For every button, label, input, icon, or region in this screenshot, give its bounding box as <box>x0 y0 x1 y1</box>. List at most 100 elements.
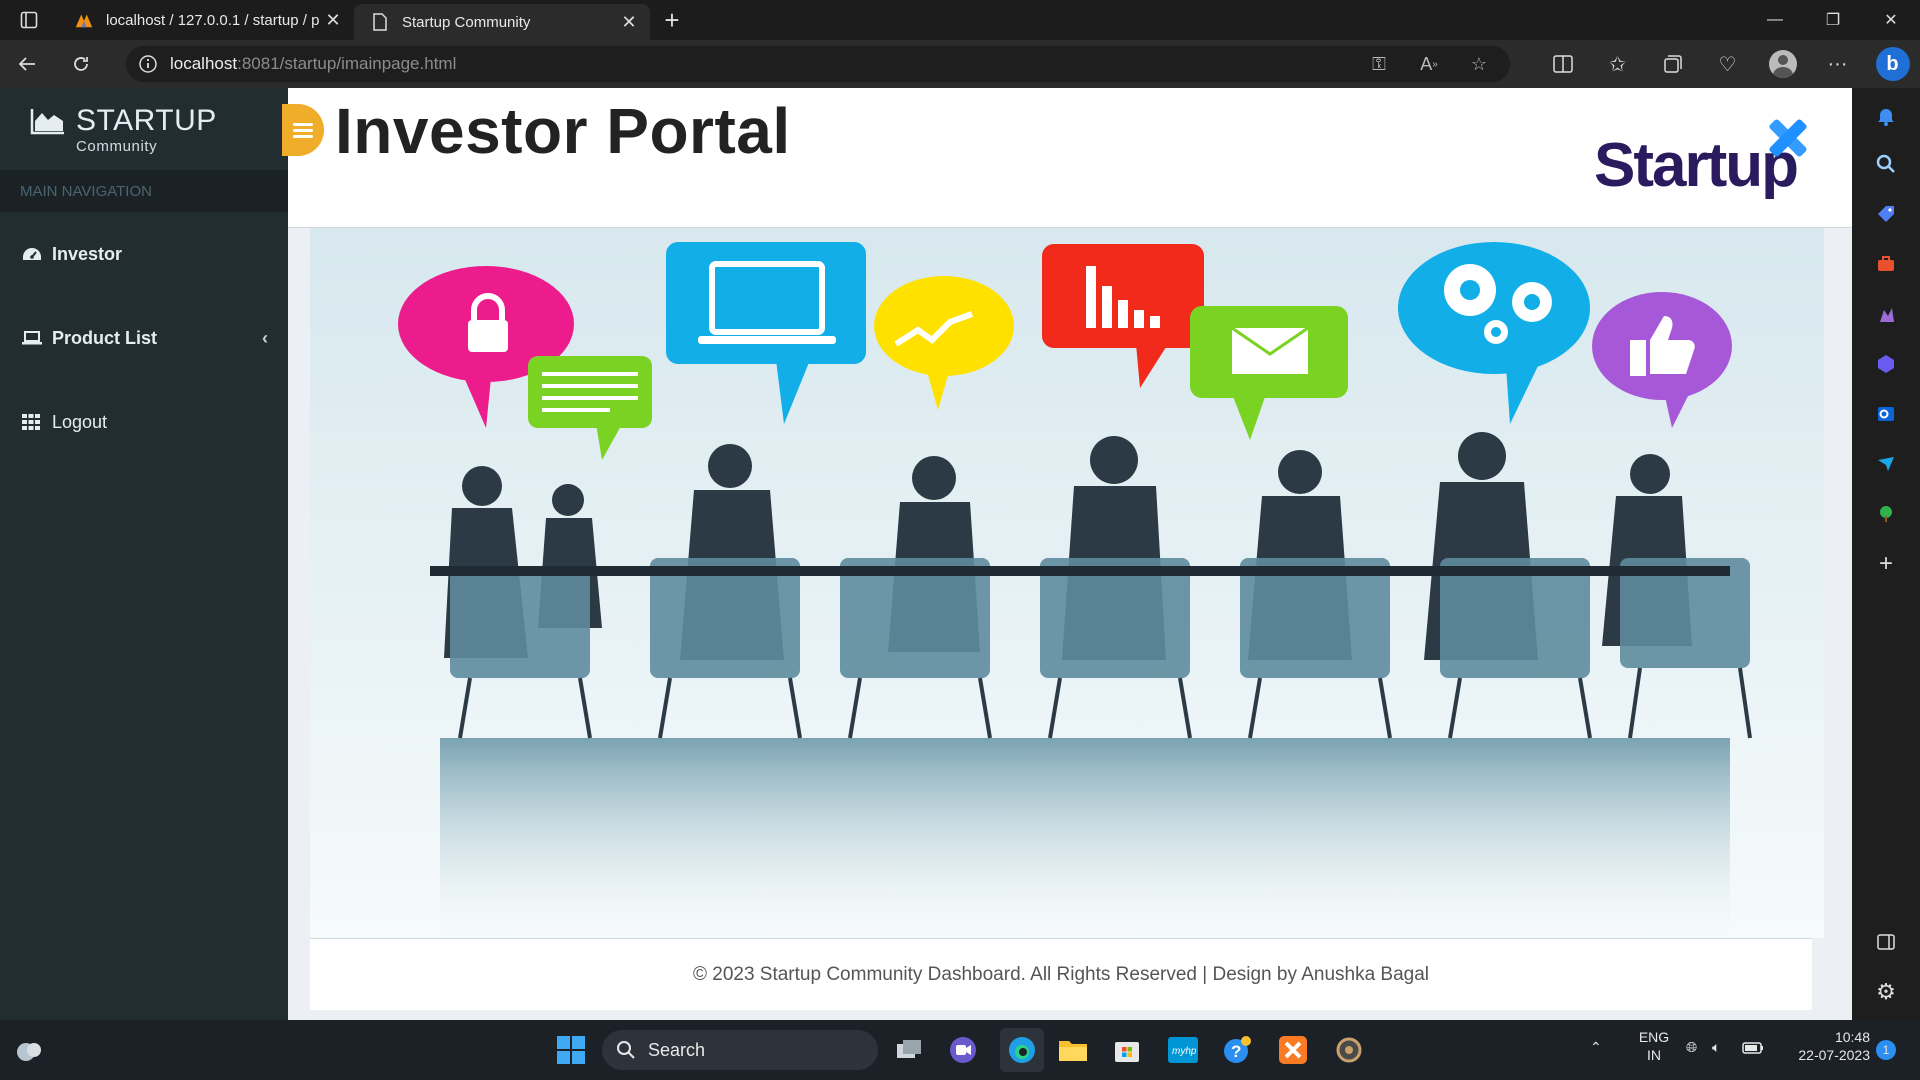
sidebar-item-investor[interactable]: Investor <box>0 212 288 296</box>
page-title: Investor Portal <box>335 95 791 167</box>
xampp-icon[interactable] <box>1276 1033 1310 1067</box>
clock[interactable]: 10:48 22-07-2023 <box>1784 1028 1870 1064</box>
more-menu-icon[interactable]: ··· <box>1810 40 1865 88</box>
thumbs-up-bubble <box>1592 292 1732 428</box>
network-icon[interactable]: 🌐︎ <box>1686 1038 1697 1056</box>
language-code: ENG <box>1638 1029 1670 1045</box>
brand-subtitle: Community <box>76 138 158 155</box>
web-page: STARTUP Community MAIN NAVIGATION Invest… <box>0 88 1852 1020</box>
region-code: IN <box>1647 1047 1661 1063</box>
page-icon <box>370 12 390 32</box>
laptop-icon <box>22 330 52 346</box>
browser-essentials-icon[interactable]: ♡ <box>1700 40 1755 88</box>
favorite-star-icon[interactable]: ☆ <box>1454 54 1504 75</box>
refresh-button[interactable] <box>54 40 108 88</box>
add-icon[interactable]: + <box>1874 550 1898 577</box>
bing-icon: b <box>1875 47 1910 81</box>
sidebar-item-label: Logout <box>52 411 108 432</box>
send-icon[interactable] <box>1874 452 1898 476</box>
tab-actions-button[interactable] <box>0 0 58 40</box>
footer-text: © 2023 Startup Community Dashboard. All … <box>692 963 1430 985</box>
read-aloud-icon[interactable]: A» <box>1404 54 1454 75</box>
file-explorer-icon[interactable] <box>1056 1033 1090 1067</box>
search-icon <box>617 1041 635 1059</box>
weather-icon[interactable] <box>12 1033 46 1067</box>
bar-chart-bubble <box>1042 244 1204 388</box>
url-text: localhost:8081/startup/imainpage.html <box>170 54 1354 74</box>
teams-chat-icon[interactable] <box>946 1033 980 1067</box>
back-button[interactable] <box>0 40 54 88</box>
chevron-left-icon[interactable]: ‹ <box>262 328 268 349</box>
edge-browser-icon[interactable] <box>1000 1028 1044 1072</box>
search-placeholder: Search <box>648 1039 706 1060</box>
volume-icon[interactable]: 🔈︎ <box>1712 1038 1720 1056</box>
tab-startup-community[interactable]: Startup Community ✕ <box>354 4 650 40</box>
battery-icon[interactable] <box>1742 1040 1764 1058</box>
help-icon[interactable]: ? <box>1220 1033 1254 1067</box>
browser-tab-bar: localhost / 127.0.0.1 / startup / p ✕ St… <box>0 0 1920 40</box>
language-indicator[interactable]: ENG IN <box>1634 1028 1674 1064</box>
brand-title: STARTUP <box>76 104 217 137</box>
close-tab-icon[interactable]: ✕ <box>618 12 640 33</box>
clock-time: 10:48 <box>1834 1029 1870 1045</box>
settings-gear-icon[interactable]: ⚙ <box>1874 979 1898 1004</box>
tab-title: localhost / 127.0.0.1 / startup / p <box>106 11 320 29</box>
windows-taskbar: Search myhp ? ⌃ ENG IN 🌐︎ 🔈︎ 10:48 22-07… <box>0 1020 1920 1080</box>
sidebar-panel-icon[interactable] <box>1874 930 1898 954</box>
hamburger-icon <box>293 120 313 141</box>
site-info-icon[interactable] <box>126 54 170 74</box>
tree-icon[interactable] <box>1874 502 1898 526</box>
profile-button[interactable] <box>1755 40 1810 88</box>
collections-icon[interactable] <box>1645 40 1700 88</box>
microsoft-store-icon[interactable] <box>1110 1033 1144 1067</box>
settings-app-icon[interactable] <box>1332 1033 1366 1067</box>
sidebar-item-logout[interactable]: Logout <box>0 380 288 464</box>
sidebar-item-label: Investor <box>52 243 123 264</box>
myhp-icon[interactable]: myhp <box>1166 1033 1200 1067</box>
brand[interactable]: STARTUP Community <box>0 88 288 170</box>
close-tab-icon[interactable]: ✕ <box>322 10 344 31</box>
url-path: :8081/startup/imainpage.html <box>237 54 457 73</box>
page-footer: © 2023 Startup Community Dashboard. All … <box>310 938 1812 1010</box>
sidebar-item-label: Product List <box>52 327 158 348</box>
taskbar-search[interactable]: Search <box>602 1030 878 1070</box>
split-screen-icon[interactable] <box>1535 40 1590 88</box>
show-hidden-icons[interactable]: ⌃ <box>1590 1038 1602 1056</box>
shopping-tag-icon[interactable] <box>1874 202 1898 226</box>
copilot-button[interactable]: b <box>1865 40 1920 88</box>
svg-text:?: ? <box>1231 1042 1241 1061</box>
area-chart-icon <box>30 109 64 135</box>
avatar <box>1768 50 1797 78</box>
notification-badge[interactable]: 1 <box>1876 1040 1896 1060</box>
tab-actions-icon <box>20 11 38 29</box>
search-icon[interactable] <box>1874 152 1898 176</box>
svg-text:Startup: Startup <box>1594 131 1797 200</box>
copilot-icon[interactable] <box>1874 352 1898 376</box>
tools-icon[interactable] <box>1874 252 1898 276</box>
sidebar-toggle-button[interactable] <box>282 104 324 156</box>
clock-date: 22-07-2023 <box>1798 1047 1870 1063</box>
tab-phpmyadmin[interactable]: localhost / 127.0.0.1 / startup / p ✕ <box>58 0 354 40</box>
sidebar-item-product-list[interactable]: Product List ‹ <box>0 296 288 380</box>
edge-sidebar: + ⚙ <box>1852 88 1920 1020</box>
games-icon[interactable] <box>1874 302 1898 326</box>
favorites-icon[interactable]: ✩ <box>1590 40 1645 88</box>
windows-start-icon[interactable] <box>554 1033 588 1067</box>
tab-title: Startup Community <box>402 13 531 31</box>
password-key-icon[interactable]: ⚿ <box>1354 54 1404 75</box>
nav-header: MAIN NAVIGATION <box>0 170 288 212</box>
restore-icon[interactable]: ❐ <box>1804 0 1862 40</box>
close-window-icon[interactable]: ✕ <box>1862 0 1920 40</box>
minimize-icon[interactable]: — <box>1746 0 1804 40</box>
notification-bell-icon[interactable] <box>1874 104 1898 128</box>
back-arrow-icon <box>18 57 35 71</box>
new-tab-button[interactable]: + <box>650 5 694 36</box>
svg-text:myhp: myhp <box>1172 1046 1197 1057</box>
dashboard-icon <box>22 246 52 262</box>
business-meeting-illustration <box>398 242 1752 938</box>
outlook-icon[interactable] <box>1874 402 1898 426</box>
task-view-icon[interactable] <box>892 1033 926 1067</box>
url-host: localhost <box>170 54 238 73</box>
url-field[interactable]: localhost:8081/startup/imainpage.html ⚿ … <box>126 46 1510 82</box>
meeting-table-silhouettes <box>430 432 1752 938</box>
